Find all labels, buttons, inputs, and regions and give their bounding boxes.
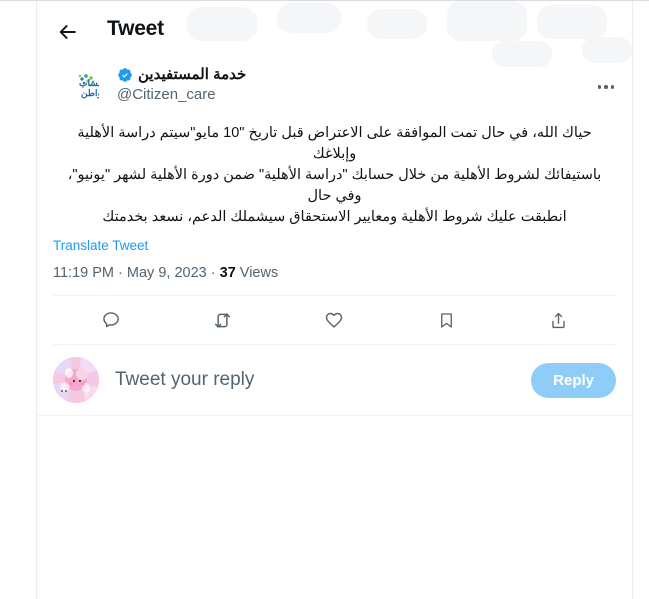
back-button[interactable] <box>51 15 85 49</box>
retweet-icon <box>215 312 231 328</box>
author-display-name[interactable]: خدمة المستفيدين <box>138 66 246 85</box>
meta-separator: · <box>118 265 123 281</box>
verified-badge-icon <box>118 68 132 83</box>
tweet-body-line: حياك الله، في حال تمت الموافقة على الاعت… <box>77 125 592 162</box>
more-horizontal-icon-dot <box>610 85 615 89</box>
author-names: خدمة المستفيدين @Citizen_care <box>117 66 246 105</box>
tweet-container: حساب المواطن خدمة المستفيدين @Citizen_ca… <box>37 61 632 599</box>
tweet-body-line: باستيفائك لشروط الأهلية من خلال حسابك "د… <box>67 167 602 204</box>
share-button[interactable] <box>541 303 575 337</box>
reply-composer: Tweet your reply Reply <box>37 345 632 415</box>
more-horizontal-icon-dot <box>604 85 608 89</box>
tweet-body: حياك الله، في حال تمت الموافقة على الاعت… <box>37 117 632 228</box>
more-options-button[interactable] <box>590 71 622 103</box>
arrow-left-icon <box>59 25 76 39</box>
translate-tweet-link[interactable]: Translate Tweet <box>37 228 164 253</box>
bookmark-button[interactable] <box>429 303 463 337</box>
retweet-button[interactable] <box>206 303 240 337</box>
tweet-detail-page: Tweet ساب اطن خدمة المستفيدين @Citizen_c… <box>0 0 649 599</box>
main-column: Tweet ساب اطن خدمة المستفيدين @Citizen_c… <box>36 1 633 599</box>
like-button[interactable] <box>317 303 351 337</box>
views-count: 37 <box>219 265 236 281</box>
citizen-account-logo-icon: حساب المواطن <box>51 67 113 107</box>
reply-input[interactable]: Tweet your reply <box>115 369 531 391</box>
tweet-date: May 9, 2023 <box>126 265 207 281</box>
bookmark-icon <box>440 312 452 328</box>
user-avatar-icon <box>53 357 99 403</box>
views-label: Views <box>239 265 279 281</box>
author-handle[interactable]: @Citizen_care <box>117 86 246 105</box>
user-avatar[interactable] <box>53 357 99 403</box>
meta-separator: · <box>210 265 216 281</box>
reply-button[interactable] <box>94 303 128 337</box>
empty-content-area <box>37 416 632 599</box>
author-name-line: خدمة المستفيدين <box>117 66 246 85</box>
tweet-metadata: 11:19 PM · May 9, 2023 · 37 Views <box>37 253 632 281</box>
share-icon <box>551 312 565 328</box>
svg-text:المواطن: المواطن <box>81 88 99 99</box>
like-icon <box>326 312 343 328</box>
page-header: Tweet <box>37 1 632 61</box>
reply-submit-button[interactable]: Reply <box>531 362 616 398</box>
reply-icon <box>103 312 119 328</box>
more-horizontal-icon-dot <box>597 85 602 89</box>
tweet-author-row: حساب المواطن خدمة المستفيدين @Citizen_ca… <box>37 61 632 117</box>
page-title: Tweet <box>107 17 164 40</box>
author-avatar[interactable]: حساب المواطن <box>51 67 113 107</box>
tweet-body-line: انطبقت عليك شروط الأهلية ومعايير الاستحق… <box>102 209 567 225</box>
tweet-time: 11:19 PM <box>53 265 114 281</box>
tweet-action-bar <box>37 296 632 344</box>
